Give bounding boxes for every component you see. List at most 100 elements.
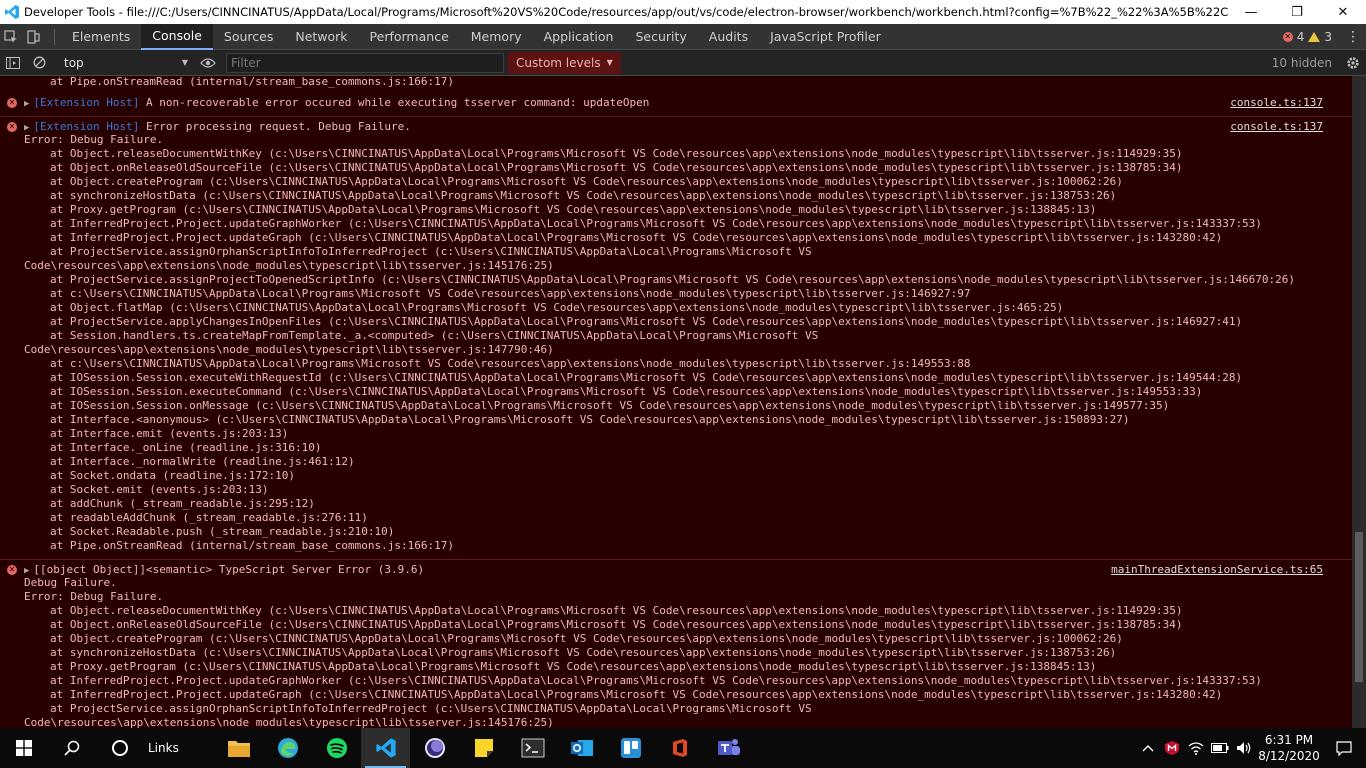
stack-trace-line: Code\resources\app\extensions\node_modul… (24, 343, 554, 356)
show-hidden-icons-chevron-up-icon[interactable] (1136, 728, 1160, 768)
stack-trace-line: at synchronizeHostData (c:\Users\CINNCIN… (50, 646, 1117, 659)
window-title-bar: Developer Tools - file:///C:/Users/CINNC… (0, 0, 1366, 24)
error-icon: ✕ (7, 565, 17, 575)
tab-audits[interactable]: Audits (698, 24, 759, 50)
context-value: top (64, 55, 84, 70)
spotify-icon[interactable] (312, 728, 361, 768)
console-log[interactable]: at Pipe.onStreamRead (internal/stream_ba… (0, 76, 1352, 728)
stack-trace-line: at Proxy.getProgram (c:\Users\CINNCINATU… (50, 660, 1097, 673)
wifi-icon[interactable] (1184, 728, 1208, 768)
stack-trace-line: at addChunk (_stream_readable.js:295:12) (50, 497, 315, 510)
start-button[interactable] (0, 728, 48, 768)
battery-icon[interactable] (1208, 728, 1232, 768)
search-icon[interactable] (48, 728, 96, 768)
console-settings-gear-icon[interactable] (1340, 50, 1366, 76)
terminal-icon[interactable] (508, 728, 557, 768)
tab-console[interactable]: Console (141, 23, 213, 50)
stack-trace-line: at Proxy.getProgram (c:\Users\CINNCINATU… (50, 203, 1097, 216)
console-message-2[interactable]: ✕ ▶ [Extension Host] Error processing requ… (0, 116, 1352, 133)
stack-trace-line: Code\resources\app\extensions\node_modul… (24, 716, 554, 728)
stack-trace-line: at InferredProject.Project.updateGraph (… (50, 231, 1223, 244)
log-levels-label: Custom levels (516, 55, 601, 70)
close-button[interactable]: ✕ (1320, 0, 1366, 24)
tab-application[interactable]: Application (533, 24, 625, 50)
tab-javascript-profiler[interactable]: JavaScript Profiler (759, 24, 892, 50)
stack-trace-line: Error: Debug Failure. (24, 590, 164, 603)
volume-icon[interactable] (1232, 728, 1256, 768)
console-message-3[interactable]: ✕ ▶ [[object Object]]<semantic> TypeScript… (0, 559, 1352, 576)
context-selector[interactable]: top ▼ (58, 53, 194, 73)
eclipse-icon[interactable] (410, 728, 459, 768)
links-toolbar[interactable]: Links (144, 741, 214, 755)
devtools-tab-bar: Elements Console Sources Network Perform… (0, 23, 1366, 50)
clock-date: 8/12/2020 (1258, 749, 1320, 763)
stack-trace-line: at Object.onReleaseOldSourceFile (c:\Use… (50, 161, 1183, 174)
warning-count: 3 (1324, 29, 1332, 44)
error-count: 4 (1296, 29, 1305, 44)
stack-trace-line: at synchronizeHostData (c:\Users\CINNCIN… (50, 189, 1117, 202)
office-icon[interactable] (655, 728, 704, 768)
trello-icon[interactable] (606, 728, 655, 768)
stack-trace-line: at Object.onReleaseOldSourceFile (c:\Use… (50, 618, 1183, 631)
show-sidebar-icon[interactable] (0, 50, 26, 76)
message-tag: [Extension Host] (33, 120, 140, 133)
source-link[interactable]: mainThreadExtensionService.ts:65 (1111, 563, 1323, 577)
stack-trace-line: at IOSession.Session.onMessage (c:\Users… (50, 399, 1170, 412)
issue-counter[interactable]: ✕ 4 3 (1282, 29, 1340, 44)
tab-security[interactable]: Security (624, 24, 697, 50)
log-line: at Pipe.onStreamRead (internal/stream_ba… (50, 76, 454, 88)
inspect-element-icon[interactable] (0, 24, 22, 50)
device-toolbar-icon[interactable] (22, 24, 44, 50)
source-link[interactable]: console.ts:137 (1230, 96, 1323, 110)
sticky-notes-icon[interactable] (459, 728, 508, 768)
maximize-button[interactable]: ❐ (1274, 0, 1320, 24)
message-text: [[object Object]]<semantic> TypeScript S… (33, 563, 425, 576)
expand-triangle-icon[interactable]: ▶ (24, 566, 29, 576)
tab-sources[interactable]: Sources (213, 24, 284, 50)
teams-icon[interactable] (704, 728, 753, 768)
stack-trace-line: at Interface.emit (events.js:203:13) (50, 427, 289, 440)
minimize-button[interactable]: — (1228, 0, 1274, 24)
system-clock[interactable]: 6:31 PM 8/12/2020 (1256, 732, 1322, 764)
stack-trace-line: at Object.createProgram (c:\Users\CINNCI… (50, 632, 1123, 645)
stack-trace-line: at Interface.<anonymous> (c:\Users\CINNC… (50, 413, 1130, 426)
edge-browser-icon[interactable] (263, 728, 312, 768)
stack-trace-line: at ProjectService.applyChangesInOpenFile… (50, 315, 1243, 328)
clear-console-icon[interactable] (26, 50, 52, 76)
tab-memory[interactable]: Memory (460, 24, 533, 50)
error-icon: ✕ (7, 122, 17, 132)
live-expression-eye-icon[interactable] (194, 50, 222, 76)
hidden-messages-count: 10 hidden (1271, 55, 1332, 70)
cortana-icon[interactable] (96, 728, 144, 768)
expand-triangle-icon[interactable]: ▶ (24, 99, 29, 109)
vscode-taskbar-icon[interactable] (361, 728, 410, 768)
stack-trace-line: at Socket.emit (events.js:203:13) (50, 483, 269, 496)
stack-trace-line: Code\resources\app\extensions\node_modul… (24, 259, 554, 272)
expand-triangle-icon[interactable]: ▶ (24, 123, 29, 133)
stack-trace-line: Error: Debug Failure. (24, 133, 164, 146)
window-title: Developer Tools - file:///C:/Users/CINNC… (24, 5, 1228, 19)
stack-trace-line: at ProjectService.assignOrphanScriptInfo… (50, 702, 812, 715)
scrollbar-thumb[interactable] (1355, 532, 1363, 682)
stack-trace-line: at c:\Users\CINNCINATUS\AppData\Local\Pr… (50, 287, 971, 300)
stack-trace-line: at Object.createProgram (c:\Users\CINNCI… (50, 175, 1123, 188)
file-explorer-icon[interactable] (214, 728, 263, 768)
tab-network[interactable]: Network (284, 24, 358, 50)
chevron-down-icon: ▼ (606, 58, 613, 67)
source-link[interactable]: console.ts:137 (1230, 120, 1323, 134)
filter-input[interactable] (226, 52, 504, 73)
windows-taskbar: Links 6:31 PM 8/12/2020 (0, 728, 1366, 768)
console-scrollbar[interactable] (1352, 76, 1366, 728)
tab-performance[interactable]: Performance (359, 24, 460, 50)
outlook-icon[interactable] (557, 728, 606, 768)
stack-trace-line: at ProjectService.assignOrphanScriptInfo… (50, 245, 812, 258)
notification-center-icon[interactable] (1322, 740, 1366, 756)
console-messages: ✕ ▶ [Extension Host] A non-recoverable err… (0, 93, 1352, 728)
console-message-1[interactable]: ✕ ▶ [Extension Host] A non-recoverable err… (0, 93, 1352, 110)
more-options-icon[interactable]: ⋮ (1340, 24, 1366, 50)
stack-trace-line: at InferredProject.Project.updateGraphWo… (50, 674, 1262, 687)
tab-elements[interactable]: Elements (61, 24, 141, 50)
mcafee-icon[interactable] (1160, 728, 1184, 768)
stack-trace-line: at Object.releaseDocumentWithKey (c:\Use… (50, 604, 1183, 617)
log-levels-dropdown[interactable]: Custom levels ▼ (508, 51, 621, 74)
